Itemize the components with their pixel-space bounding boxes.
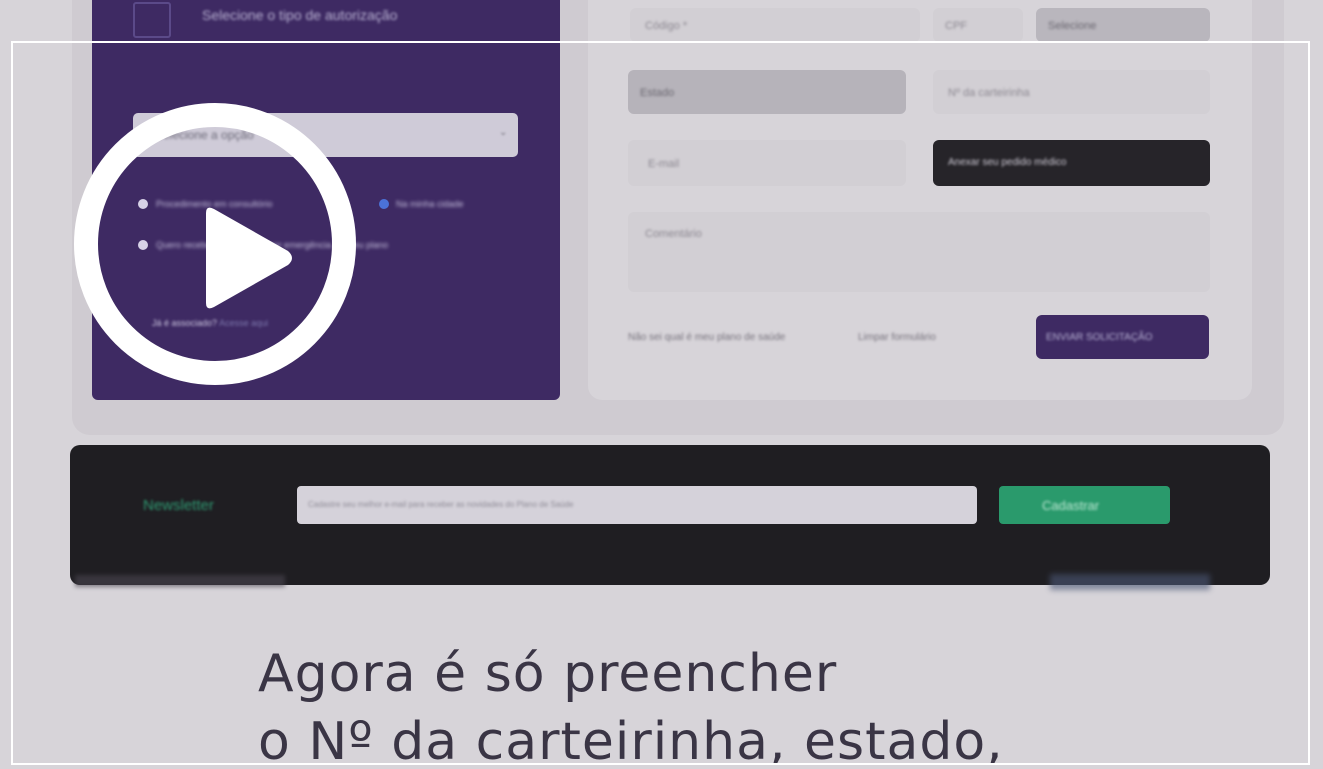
newsletter-label: Newsletter	[143, 497, 214, 514]
state-select-value: Selecione	[1048, 20, 1097, 32]
code-field-placeholder: Código *	[645, 20, 688, 32]
email-placeholder: E-mail	[648, 158, 680, 170]
play-icon	[206, 207, 292, 309]
submit-button-label: ENVIAR SOLICITAÇÃO	[1046, 332, 1153, 343]
document-icon	[133, 2, 171, 38]
radio-label-2: Na minha cidade	[396, 199, 464, 209]
caption-line-2: o Nº da carteirinha, estado,	[258, 712, 1004, 769]
cpf-field-placeholder: CPF	[945, 20, 967, 32]
state-field-value: Estado	[640, 87, 675, 99]
video-caption: Agora é só preencher o Nº da carteirinha…	[258, 640, 1004, 769]
footer-strip	[75, 575, 285, 587]
attach-button-label: Anexar seu pedido médico	[948, 157, 1067, 168]
unknown-plan-link[interactable]: Não sei qual é meu plano de saúde	[628, 332, 785, 343]
comment-field[interactable]	[628, 212, 1210, 292]
chevron-down-icon: ⌄	[499, 127, 508, 138]
comment-placeholder: Comentário	[645, 228, 702, 240]
play-button[interactable]	[74, 103, 356, 385]
clear-form-link[interactable]: Limpar formulário	[858, 332, 936, 343]
panel-title: Selecione o tipo de autorização	[202, 7, 398, 23]
card-number-placeholder: Nº da carteirinha	[948, 87, 1030, 99]
footer-logos	[1050, 574, 1210, 590]
radio-option-2[interactable]	[379, 199, 389, 209]
newsletter-button-label: Cadastrar	[1042, 498, 1100, 513]
newsletter-input-placeholder: Cadastre seu melhor e-mail para receber …	[308, 500, 574, 509]
caption-line-1: Agora é só preencher	[258, 644, 838, 704]
